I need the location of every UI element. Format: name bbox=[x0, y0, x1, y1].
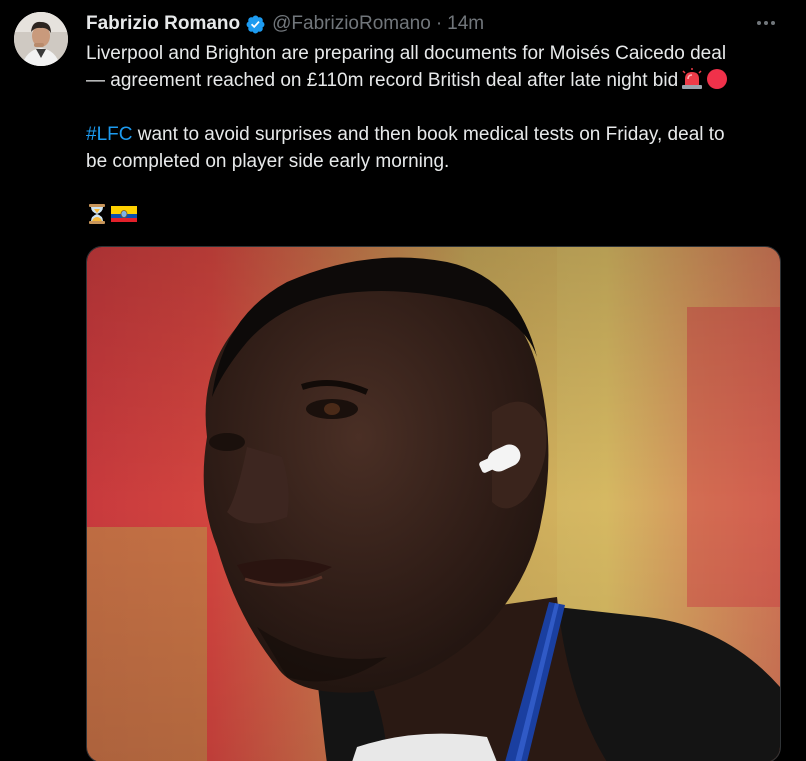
tweet-text: Liverpool and Brighton are preparing all… bbox=[86, 40, 786, 229]
handle[interactable]: @FabrizioRomano bbox=[272, 13, 431, 35]
timestamp[interactable]: 14m bbox=[447, 13, 484, 35]
emoji-line bbox=[86, 202, 786, 229]
separator: · bbox=[435, 13, 443, 34]
red-circle-emoji bbox=[706, 68, 728, 90]
avatar-image bbox=[14, 12, 68, 66]
display-name[interactable]: Fabrizio Romano bbox=[86, 13, 240, 35]
tweet-photo[interactable] bbox=[86, 246, 781, 761]
tweet: Fabrizio Romano @FabrizioRomano · 14m Li… bbox=[0, 0, 806, 761]
hourglass-emoji bbox=[86, 203, 108, 225]
player-photo-image bbox=[87, 247, 780, 761]
tweet-line: Liverpool and Brighton are preparing all… bbox=[86, 43, 727, 64]
ecuador-flag-emoji bbox=[111, 203, 137, 225]
tweet-line-with-hashtag: #LFC want to avoid surprises and then bo… bbox=[86, 121, 786, 148]
rotating-light-emoji bbox=[681, 68, 703, 90]
more-dots-icon[interactable] bbox=[754, 12, 778, 34]
tweet-line: want to avoid surprises and then book me… bbox=[132, 124, 725, 145]
tweet-line: — agreement reached on £110m record Brit… bbox=[86, 70, 679, 91]
tweet-line-with-emojis: — agreement reached on £110m record Brit… bbox=[86, 67, 786, 94]
verified-badge-icon bbox=[245, 14, 266, 35]
tweet-header: Fabrizio Romano @FabrizioRomano · 14m bbox=[86, 11, 484, 37]
hashtag-link[interactable]: #LFC bbox=[86, 124, 132, 145]
tweet-line: be completed on player side early mornin… bbox=[86, 151, 450, 172]
avatar[interactable] bbox=[14, 12, 68, 66]
